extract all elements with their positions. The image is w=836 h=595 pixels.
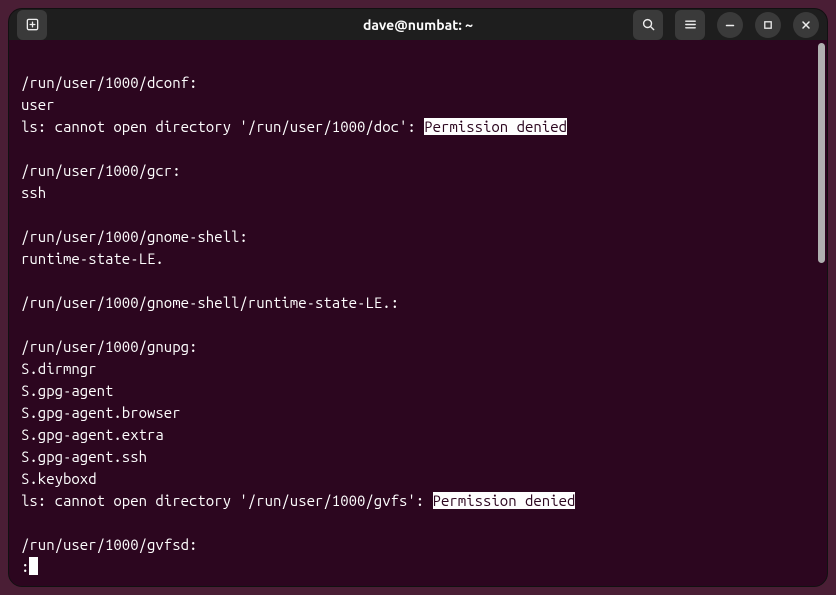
minimize-icon — [724, 19, 736, 31]
terminal-text: S.gpg-agent.browser — [21, 404, 181, 421]
terminal-body: /run/user/1000/dconf: user ls: cannot open… — [9, 40, 827, 586]
terminal-line: runtime-state-LE. — [21, 248, 804, 270]
terminal-line: /run/user/1000/gnome-shell: — [21, 226, 804, 248]
terminal-line: /run/user/1000/dconf: — [21, 72, 804, 94]
terminal-window: dave@numbat: ~ — [8, 8, 828, 587]
terminal-text: S.gpg-agent — [21, 382, 113, 399]
terminal-line — [21, 270, 804, 292]
terminal-text: ls: cannot open directory '/run/user/100… — [21, 118, 424, 135]
terminal-output[interactable]: /run/user/1000/dconf: user ls: cannot open… — [9, 40, 816, 586]
scrollbar-thumb[interactable] — [818, 43, 825, 263]
new-tab-button[interactable] — [17, 10, 47, 40]
close-button[interactable] — [793, 12, 819, 38]
terminal-line: S.gpg-agent.ssh — [21, 446, 804, 468]
cursor — [29, 557, 38, 575]
search-button[interactable] — [633, 10, 663, 40]
close-icon — [800, 19, 812, 31]
search-icon — [641, 17, 656, 32]
menu-button[interactable] — [675, 10, 705, 40]
terminal-text: runtime-state-LE. — [21, 250, 164, 267]
titlebar-left — [17, 10, 47, 40]
terminal-line: S.gpg-agent.extra — [21, 424, 804, 446]
terminal-text: /run/user/1000/gcr: — [21, 162, 181, 179]
terminal-line: ls: cannot open directory '/run/user/100… — [21, 490, 804, 512]
window-title: dave@numbat: ~ — [363, 17, 473, 33]
new-tab-icon — [25, 17, 40, 32]
terminal-line: /run/user/1000/gcr: — [21, 160, 804, 182]
terminal-line: ls: cannot open directory '/run/user/100… — [21, 116, 804, 138]
maximize-button[interactable] — [755, 12, 781, 38]
terminal-line — [21, 512, 804, 534]
terminal-line: S.keyboxd — [21, 468, 804, 490]
terminal-text: /run/user/1000/gnome-shell: — [21, 228, 248, 245]
terminal-line — [21, 138, 804, 160]
terminal-text: /run/user/1000/gvfsd: — [21, 536, 197, 553]
terminal-line — [21, 314, 804, 336]
terminal-text: /run/user/1000/gnome-shell/runtime-state… — [21, 294, 399, 311]
terminal-text: ssh — [21, 184, 46, 201]
terminal-line: /run/user/1000/gvfsd: — [21, 534, 804, 556]
titlebar: dave@numbat: ~ — [9, 9, 827, 40]
terminal-line: S.gpg-agent — [21, 380, 804, 402]
terminal-text: /run/user/1000/gnupg: — [21, 338, 197, 355]
highlighted-text: Permission denied — [433, 492, 576, 509]
terminal-line: : — [21, 556, 804, 578]
terminal-line — [21, 204, 804, 226]
terminal-line: S.dirmngr — [21, 358, 804, 380]
terminal-line — [21, 50, 804, 72]
hamburger-icon — [683, 17, 698, 32]
terminal-line: /run/user/1000/gnupg: — [21, 336, 804, 358]
minimize-button[interactable] — [717, 12, 743, 38]
terminal-line: S.gpg-agent.browser — [21, 402, 804, 424]
terminal-text: : — [21, 558, 29, 575]
scrollbar-track[interactable] — [816, 40, 827, 586]
highlighted-text: Permission denied — [424, 118, 567, 135]
terminal-text: S.dirmngr — [21, 360, 97, 377]
terminal-text: S.keyboxd — [21, 470, 97, 487]
terminal-text: user — [21, 96, 55, 113]
terminal-text: /run/user/1000/dconf: — [21, 74, 197, 91]
terminal-text: S.gpg-agent.extra — [21, 426, 164, 443]
terminal-line: user — [21, 94, 804, 116]
titlebar-right — [633, 10, 819, 40]
terminal-line: /run/user/1000/gnome-shell/runtime-state… — [21, 292, 804, 314]
maximize-icon — [762, 19, 774, 31]
terminal-line: ssh — [21, 182, 804, 204]
terminal-text: S.gpg-agent.ssh — [21, 448, 147, 465]
terminal-text: ls: cannot open directory '/run/user/100… — [21, 492, 433, 509]
